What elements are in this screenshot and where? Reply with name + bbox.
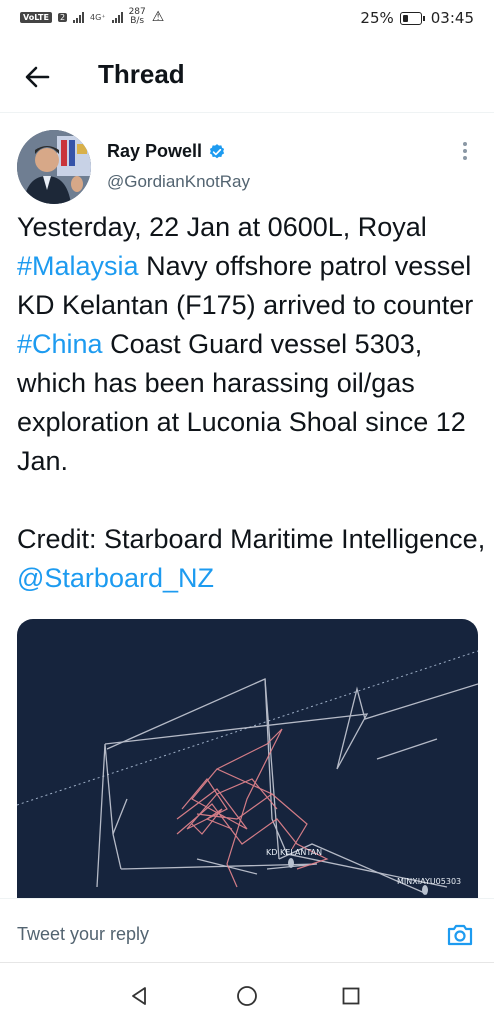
kd-kelantan-label: KD KELANTAN	[266, 848, 322, 857]
page-title: Thread	[98, 59, 185, 89]
status-bar: VoLTE 2 4G⁺ 287 B/s ⚠ 25% 03:45	[0, 0, 494, 40]
app-header: Thread	[0, 40, 494, 113]
camera-button[interactable]	[446, 923, 474, 947]
battery-tip	[422, 15, 425, 21]
tweet-paragraph-2: Credit: Starboard Maritime Intelligence,…	[17, 520, 487, 598]
author-name[interactable]: Ray Powell	[107, 141, 226, 162]
sim-slot-badge: 2	[57, 12, 68, 22]
network-type: 4G⁺	[90, 12, 106, 22]
net-speed: 287 B/s	[129, 8, 146, 26]
avatar[interactable]	[17, 130, 91, 204]
clock: 03:45	[430, 9, 474, 27]
vessel-track-map: KD KELANTAN MINXIAYU05303	[17, 650, 478, 895]
coast-guard-label: MINXIAYU05303	[397, 877, 461, 886]
tweet-paragraph-1: Yesterday, 22 Jan at 0600L, Royal #Malay…	[17, 208, 487, 481]
tweet-text-segment: Credit: Starboard Maritime Intelligence,	[17, 524, 486, 554]
net-speed-unit: B/s	[130, 16, 145, 26]
reply-input[interactable]: Tweet your reply	[17, 924, 149, 945]
verified-badge-icon	[209, 143, 225, 158]
kd-kelantan-marker	[288, 858, 294, 868]
battery-icon	[399, 11, 422, 25]
warning-icon: ⚠	[151, 9, 165, 25]
reply-composer[interactable]: Tweet your reply	[0, 898, 494, 963]
signal-icon	[73, 11, 85, 23]
avatar-image	[17, 130, 91, 204]
more-options-icon[interactable]	[458, 142, 472, 164]
mention-starboard-link[interactable]: @Starboard_NZ	[17, 563, 214, 593]
nav-recents-icon[interactable]	[342, 987, 360, 1005]
tweet-media-image[interactable]: KD KELANTAN MINXIAYU05303	[17, 619, 478, 901]
arrow-left-icon	[25, 66, 50, 88]
back-button[interactable]	[22, 62, 52, 92]
tweet-text-segment: Yesterday, 22 Jan at 0600L, Royal	[17, 212, 427, 242]
tweet-text: Yesterday, 22 Jan at 0600L, Royal #Malay…	[17, 208, 487, 598]
signal-icon-2	[111, 11, 123, 23]
nav-back-icon[interactable]	[128, 985, 150, 1007]
battery-percent: 25%	[360, 9, 394, 27]
author-handle[interactable]: @GordianKnotRay	[107, 172, 250, 192]
nav-home-icon[interactable]	[236, 985, 258, 1007]
system-nav-bar	[0, 962, 494, 1025]
volte-badge: VoLTE	[20, 11, 52, 23]
coast-guard-marker	[422, 885, 428, 895]
author-name-text: Ray Powell	[107, 141, 203, 161]
hashtag-malaysia-link[interactable]: #Malaysia	[17, 251, 139, 281]
hashtag-china-link[interactable]: #China	[17, 329, 103, 359]
camera-icon	[447, 924, 473, 946]
